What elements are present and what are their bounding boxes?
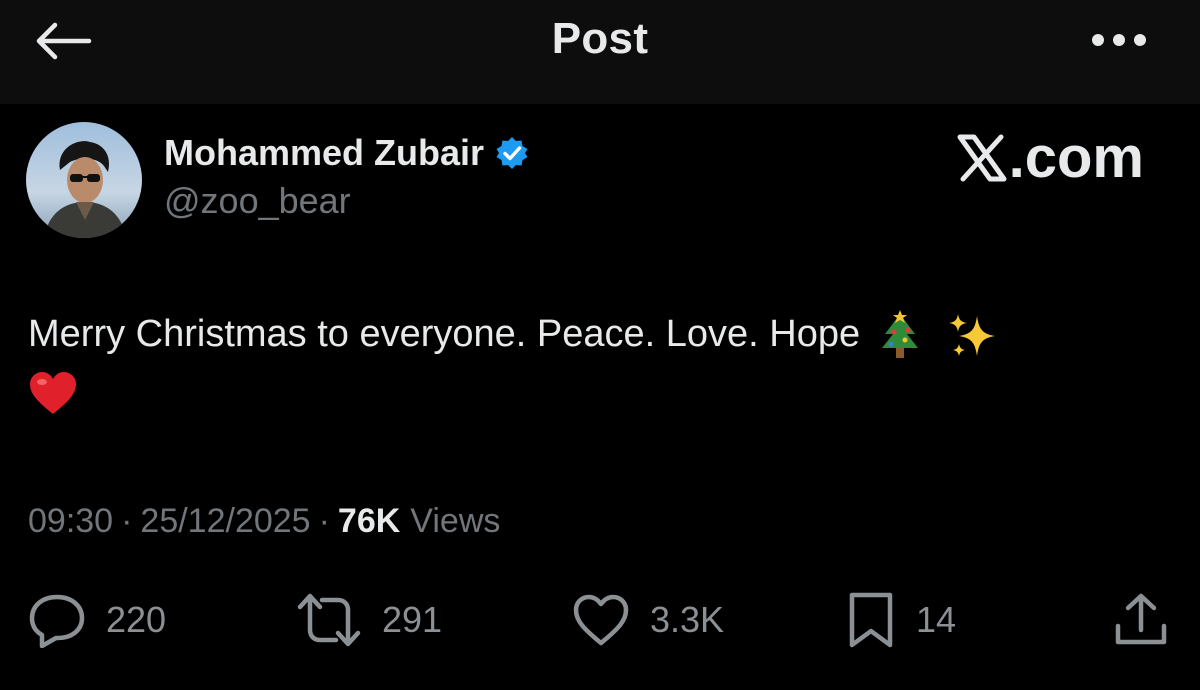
avatar[interactable] — [26, 122, 142, 238]
verified-badge-icon — [496, 137, 528, 169]
repost-icon — [297, 593, 361, 647]
author-name-text: Mohammed Zubair — [164, 132, 485, 173]
page-title: Post — [551, 14, 649, 63]
like-count: 3.3K — [650, 599, 725, 640]
brand-domain-text: .com — [1008, 125, 1144, 190]
repost-button[interactable]: 291 — [296, 590, 442, 650]
bookmark-count: 14 — [916, 599, 957, 640]
action-bar: 220 291 3.3K 14 — [0, 590, 1200, 650]
red-heart-icon — [30, 371, 76, 414]
share-icon — [1115, 593, 1167, 645]
more-options-button[interactable] — [1084, 22, 1154, 58]
top-bar: Post — [0, 0, 1200, 104]
bookmark-button[interactable]: 14 — [846, 590, 956, 650]
post-time: 09:30 — [28, 502, 114, 540]
meta-separator: · — [318, 502, 330, 540]
views-label[interactable]: Views — [410, 502, 500, 541]
christmas-tree-icon — [881, 309, 918, 358]
more-dots-icon — [1092, 34, 1146, 46]
author-handle[interactable]: @zoo_bear — [164, 180, 351, 222]
reply-count: 220 — [106, 599, 167, 640]
x-logo-icon — [957, 134, 1007, 181]
post-text: Merry Christmas to everyone. Peace. Love… — [28, 313, 861, 355]
views-count[interactable]: 76K — [338, 502, 400, 541]
post-body: Merry Christmas to everyone. Peace. Love… — [28, 306, 1168, 418]
author-name[interactable]: Mohammed Zubair — [164, 132, 530, 174]
reply-icon — [29, 594, 85, 648]
bookmark-icon — [849, 592, 893, 648]
sparkles-icon — [949, 313, 996, 356]
reply-button[interactable]: 220 — [28, 590, 166, 650]
post-meta: 09:30 · 25/12/2025 · 76K Views — [28, 502, 500, 541]
repost-count: 291 — [382, 599, 443, 640]
post-detail-screen: Post Mohammed Zubair @zoo_bear .com Merr… — [0, 0, 1200, 690]
post-date: 25/12/2025 — [140, 502, 311, 540]
share-button[interactable] — [1112, 590, 1170, 650]
like-button[interactable]: 3.3K — [572, 590, 724, 650]
x-brand-watermark: .com — [957, 124, 1144, 191]
meta-separator: · — [121, 502, 133, 540]
heart-outline-icon — [573, 594, 629, 646]
